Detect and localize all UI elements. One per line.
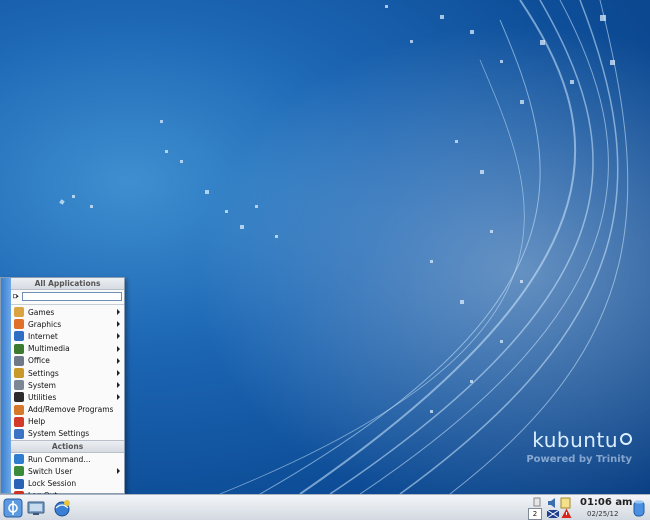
add-remove-programs-icon	[14, 404, 24, 415]
menu-item-label: Graphics	[28, 319, 62, 329]
submenu-arrow-icon	[117, 357, 120, 364]
submenu-arrow-icon	[117, 333, 120, 340]
trash-icon[interactable]	[632, 498, 646, 518]
menu-item-games[interactable]: Games	[11, 306, 124, 318]
submenu-arrow-icon	[117, 345, 120, 352]
search-row	[11, 290, 124, 303]
brand-name: kubuntu	[526, 428, 632, 452]
taskbar: 2 01:06 am 02/25/12	[0, 494, 650, 520]
menu-item-system-settings[interactable]: System Settings	[11, 428, 124, 440]
menu-item-label: Internet	[28, 331, 58, 341]
clock-date[interactable]: 02/25/12	[587, 510, 618, 518]
menu-item-multimedia[interactable]: Multimedia	[11, 343, 124, 355]
menu-item-label: System Settings	[28, 429, 90, 439]
menu-item-label: Lock Session	[28, 479, 77, 489]
search-clear-icon[interactable]	[13, 292, 19, 301]
system-icon	[14, 380, 24, 391]
help-icon	[14, 416, 24, 427]
menu-item-help[interactable]: Help	[11, 416, 124, 428]
actions-header: Actions	[11, 440, 124, 454]
divider	[11, 304, 124, 305]
menu-item-utilities[interactable]: Utilities	[11, 391, 124, 403]
switch-user-icon	[14, 466, 24, 477]
brand-logo: kubuntu Powered by Trinity	[526, 428, 632, 465]
settings-icon	[14, 368, 24, 379]
menu-item-label: Run Command...	[28, 454, 91, 464]
desktop-pager[interactable]: 2	[528, 508, 542, 520]
menu-item-label: Settings	[28, 368, 59, 378]
submenu-arrow-icon	[117, 468, 120, 475]
menu-item-label: Help	[28, 417, 46, 427]
submenu-arrow-icon	[117, 321, 120, 328]
submenu-arrow-icon	[117, 309, 120, 315]
lock-session-icon	[14, 478, 24, 489]
run-command-icon	[14, 454, 24, 465]
graphics-icon	[14, 319, 24, 330]
system-settings-icon	[14, 428, 24, 439]
menu-item-label: Utilities	[28, 392, 57, 402]
internet-icon	[14, 331, 24, 342]
volume-icon[interactable]	[547, 497, 559, 509]
brand-subtitle: Powered by Trinity	[526, 454, 632, 465]
klipper-icon[interactable]	[532, 497, 542, 507]
warning-icon[interactable]	[561, 508, 572, 519]
keyboard-layout-icon[interactable]	[547, 509, 559, 519]
menu-item-label: System	[28, 380, 56, 390]
menu-item-label: Multimedia	[28, 344, 70, 354]
menu-item-settings[interactable]: Settings	[11, 367, 124, 379]
menu-item-run-command[interactable]: Run Command...	[11, 453, 124, 465]
menu-item-lock-session[interactable]: Lock Session	[11, 477, 124, 489]
submenu-arrow-icon	[117, 369, 120, 376]
menu-item-switch-user[interactable]: Switch User	[11, 465, 124, 477]
menu-item-graphics[interactable]: Graphics	[11, 318, 124, 330]
menu-item-internet[interactable]: Internet	[11, 330, 124, 342]
menu-item-label: Games	[28, 307, 55, 317]
clock-time[interactable]: 01:06 am	[580, 497, 632, 508]
search-input[interactable]	[22, 292, 122, 301]
utilities-icon	[14, 392, 24, 403]
start-menu-sidebar	[1, 278, 11, 493]
show-desktop-icon[interactable]	[26, 498, 46, 518]
menu-item-add-remove-programs[interactable]: Add/Remove Programs	[11, 404, 124, 416]
start-menu-body: All Applications Games Graphics Internet Mu…	[11, 278, 124, 501]
menu-items-list: Games Graphics Internet Multimedia Office Set…	[11, 306, 124, 440]
menu-header: All Applications	[11, 278, 124, 290]
browser-icon[interactable]	[52, 498, 72, 518]
menu-item-system[interactable]: System	[11, 379, 124, 391]
submenu-arrow-icon	[117, 382, 120, 389]
office-icon	[14, 355, 24, 366]
menu-item-label: Switch User	[28, 466, 73, 476]
submenu-arrow-icon	[117, 394, 120, 401]
games-icon	[14, 307, 24, 318]
kmenu-button-icon[interactable]	[3, 498, 23, 518]
menu-item-label: Office	[28, 356, 50, 366]
start-menu: All Applications Games Graphics Internet Mu…	[0, 277, 125, 501]
multimedia-icon	[14, 343, 24, 354]
menu-item-label: Add/Remove Programs	[28, 405, 114, 415]
menu-item-office[interactable]: Office	[11, 355, 124, 367]
